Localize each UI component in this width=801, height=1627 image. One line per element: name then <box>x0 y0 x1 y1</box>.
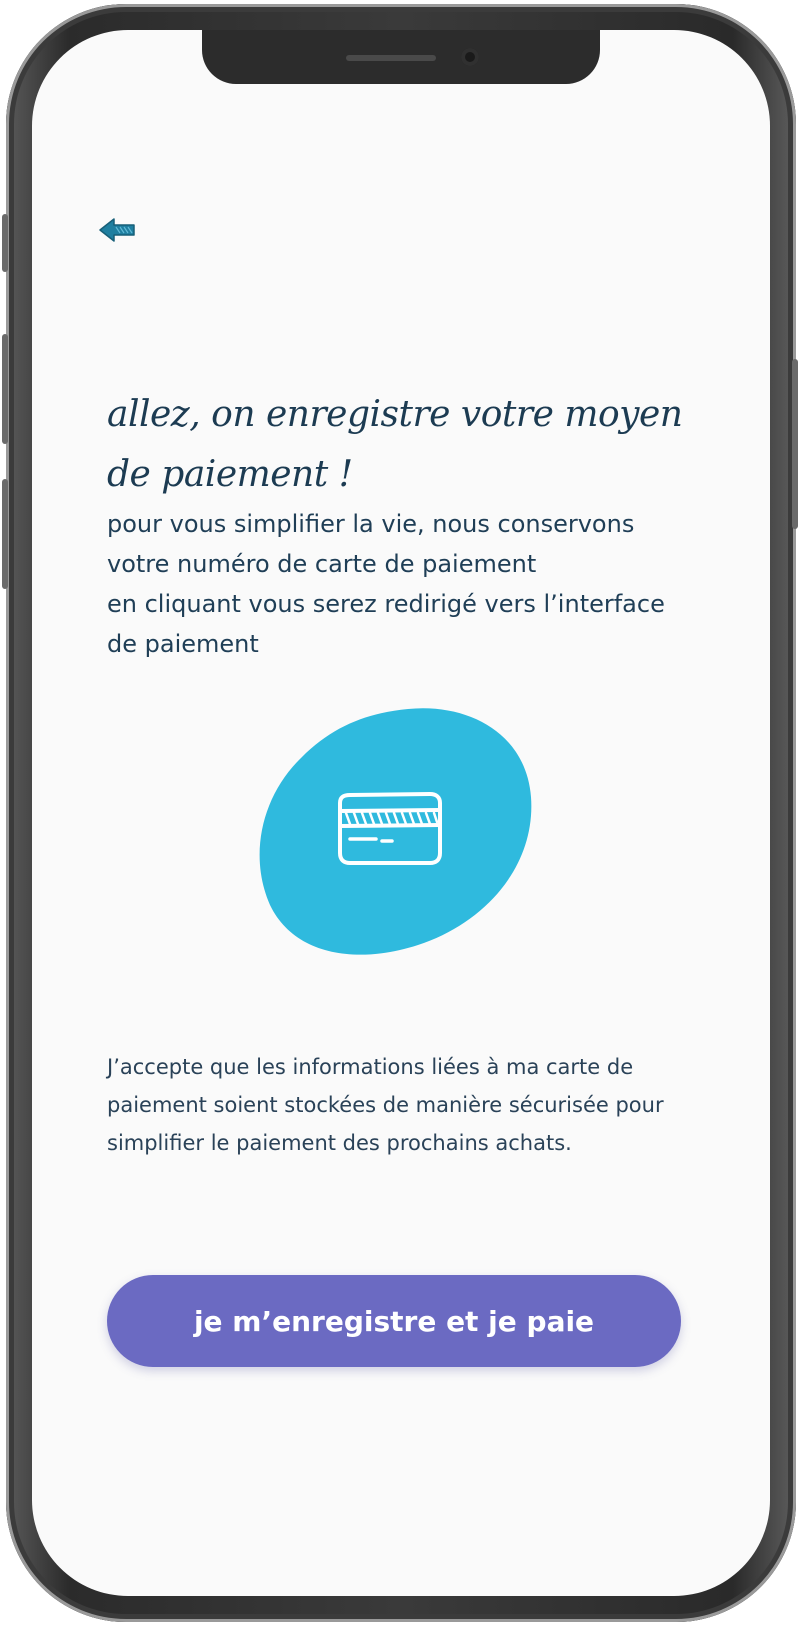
back-button[interactable] <box>98 215 138 245</box>
power-button <box>792 359 798 529</box>
back-arrow-icon <box>99 218 135 242</box>
card-illustration <box>259 708 532 955</box>
phone-frame: allez, on enregistre votre moyen de paie… <box>2 4 798 1622</box>
front-camera <box>461 48 479 66</box>
register-and-pay-button[interactable]: je m’enregistre et je paie <box>107 1275 681 1367</box>
description-line: pour vous simplifier la vie, nous conser… <box>107 510 635 538</box>
silent-switch <box>2 214 8 272</box>
description-line: de paiement <box>107 630 259 658</box>
notch <box>202 30 600 84</box>
speaker-grille <box>346 55 436 61</box>
volume-down-button <box>2 479 8 589</box>
blue-blob <box>259 708 532 955</box>
volume-up-button <box>2 334 8 444</box>
description-line: en cliquant vous serez redirigé vers l’i… <box>107 590 665 618</box>
phone-screen: allez, on enregistre votre moyen de paie… <box>32 30 770 1596</box>
description-line: votre numéro de carte de paiement <box>107 550 537 578</box>
description: pour vous simplifier la vie, nous conser… <box>107 504 727 664</box>
page-title: allez, on enregistre votre moyen de paie… <box>107 394 683 495</box>
consent-text: J’accepte que les informations liées à m… <box>107 1055 664 1155</box>
